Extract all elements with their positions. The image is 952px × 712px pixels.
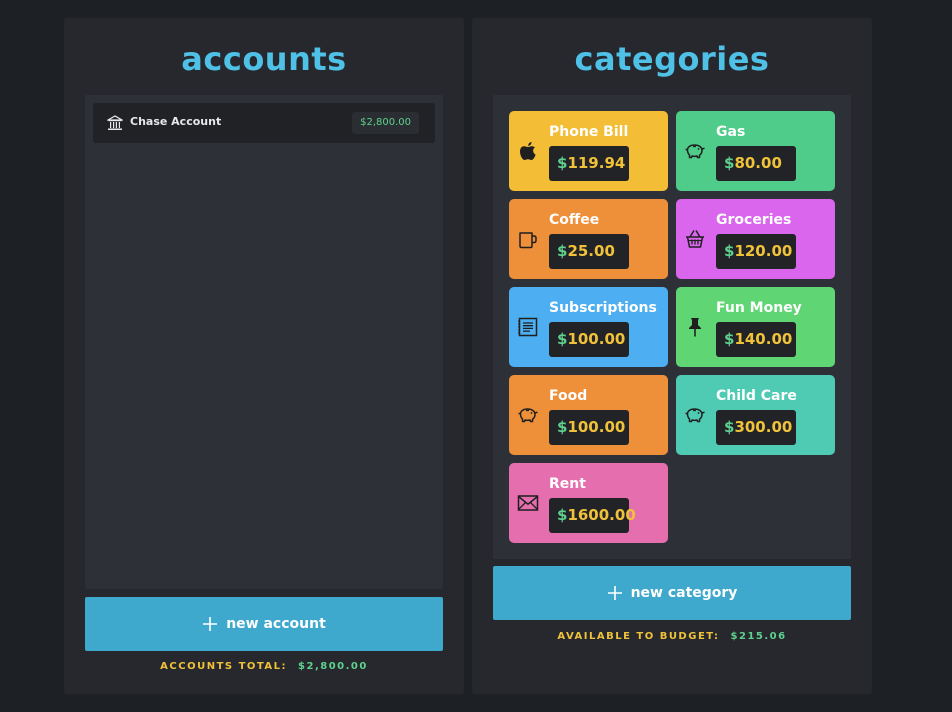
currency-symbol: $ [724, 418, 735, 436]
currency-symbol: $ [557, 506, 568, 524]
category-amount-value: 119.94 [567, 154, 626, 172]
currency-symbol: $ [557, 242, 568, 260]
accounts-total-label: ACCOUNTS TOTAL: [160, 661, 288, 672]
available-to-budget: AVAILABLE TO BUDGET: $215.06 [472, 631, 872, 642]
category-amount-value: 100.00 [567, 418, 626, 436]
category-card[interactable]: Groceries $120.00 [676, 199, 835, 279]
bank-icon [107, 115, 123, 130]
category-amount[interactable]: $25.00 [549, 234, 629, 269]
category-amount-value: 300.00 [734, 418, 793, 436]
account-row[interactable]: Chase Account $2,800.00 [93, 103, 435, 143]
piggy-bank-icon [518, 408, 538, 423]
category-amount[interactable]: $119.94 [549, 146, 629, 181]
category-amount[interactable]: $80.00 [716, 146, 796, 181]
piggy-bank-icon [685, 408, 705, 423]
new-category-label: new category [630, 585, 738, 601]
account-balance: $2,800.00 [352, 112, 419, 134]
budget-label: AVAILABLE TO BUDGET: [557, 631, 720, 642]
category-amount[interactable]: $120.00 [716, 234, 796, 269]
account-name: Chase Account [130, 115, 222, 128]
currency-symbol: $ [557, 418, 568, 436]
category-name: Fun Money [716, 300, 802, 316]
basket-icon [686, 230, 704, 248]
category-card[interactable]: Gas $80.00 [676, 111, 835, 191]
category-name: Child Care [716, 388, 797, 404]
currency-symbol: $ [557, 154, 568, 172]
category-card[interactable]: Food $100.00 [509, 375, 668, 455]
category-amount[interactable]: $300.00 [716, 410, 796, 445]
category-name: Food [549, 388, 588, 404]
category-name: Phone Bill [549, 124, 629, 140]
new-account-label: new account [226, 616, 326, 632]
budget-value: $215.06 [730, 631, 787, 642]
category-amount-value: 80.00 [734, 154, 782, 172]
accounts-title: accounts [181, 40, 347, 78]
category-amount-value: 25.00 [567, 242, 615, 260]
category-amount-value: 1600.00 [567, 506, 636, 524]
category-name: Gas [716, 124, 746, 140]
currency-symbol: $ [724, 242, 735, 260]
piggy-bank-icon [685, 144, 705, 159]
category-amount[interactable]: $100.00 [549, 322, 629, 357]
category-amount-value: 120.00 [734, 242, 793, 260]
category-card[interactable]: Coffee $25.00 [509, 199, 668, 279]
mug-icon [519, 232, 537, 249]
categories-panel: categories Phone Bill $119.94 Gas $80.00 Cof… [472, 18, 872, 694]
accounts-total: ACCOUNTS TOTAL: $2,800.00 [64, 661, 464, 672]
category-amount-value: 140.00 [734, 330, 793, 348]
apple-icon [520, 142, 536, 160]
categories-title: categories [574, 40, 770, 78]
accounts-list: Chase Account $2,800.00 [85, 95, 443, 589]
new-category-button[interactable]: new category [493, 566, 851, 620]
accounts-panel: accounts Chase Account $2,800.00 new acc… [64, 18, 464, 694]
category-grid: Phone Bill $119.94 Gas $80.00 Coffee $25.00 Gr… [493, 95, 851, 559]
category-amount[interactable]: $1600.00 [549, 498, 636, 533]
category-name: Groceries [716, 212, 792, 228]
pin-icon [689, 318, 701, 337]
currency-symbol: $ [724, 330, 735, 348]
envelope-icon [517, 495, 539, 511]
category-card[interactable]: Phone Bill $119.94 [509, 111, 668, 191]
category-name: Rent [549, 476, 586, 492]
receipt-icon [518, 317, 538, 337]
category-amount[interactable]: $140.00 [716, 322, 796, 357]
new-account-button[interactable]: new account [85, 597, 443, 651]
category-card[interactable]: Child Care $300.00 [676, 375, 835, 455]
category-amount[interactable]: $100.00 [549, 410, 629, 445]
accounts-total-value: $2,800.00 [298, 661, 368, 672]
category-name: Coffee [549, 212, 600, 228]
plus-icon [607, 586, 622, 600]
category-card[interactable]: Fun Money $140.00 [676, 287, 835, 367]
category-name: Subscriptions [549, 300, 657, 316]
category-amount-value: 100.00 [567, 330, 626, 348]
plus-icon [203, 617, 218, 631]
category-card[interactable]: Subscriptions $100.00 [509, 287, 668, 367]
currency-symbol: $ [557, 330, 568, 348]
category-card[interactable]: Rent $1600.00 [509, 463, 668, 543]
currency-symbol: $ [724, 154, 735, 172]
